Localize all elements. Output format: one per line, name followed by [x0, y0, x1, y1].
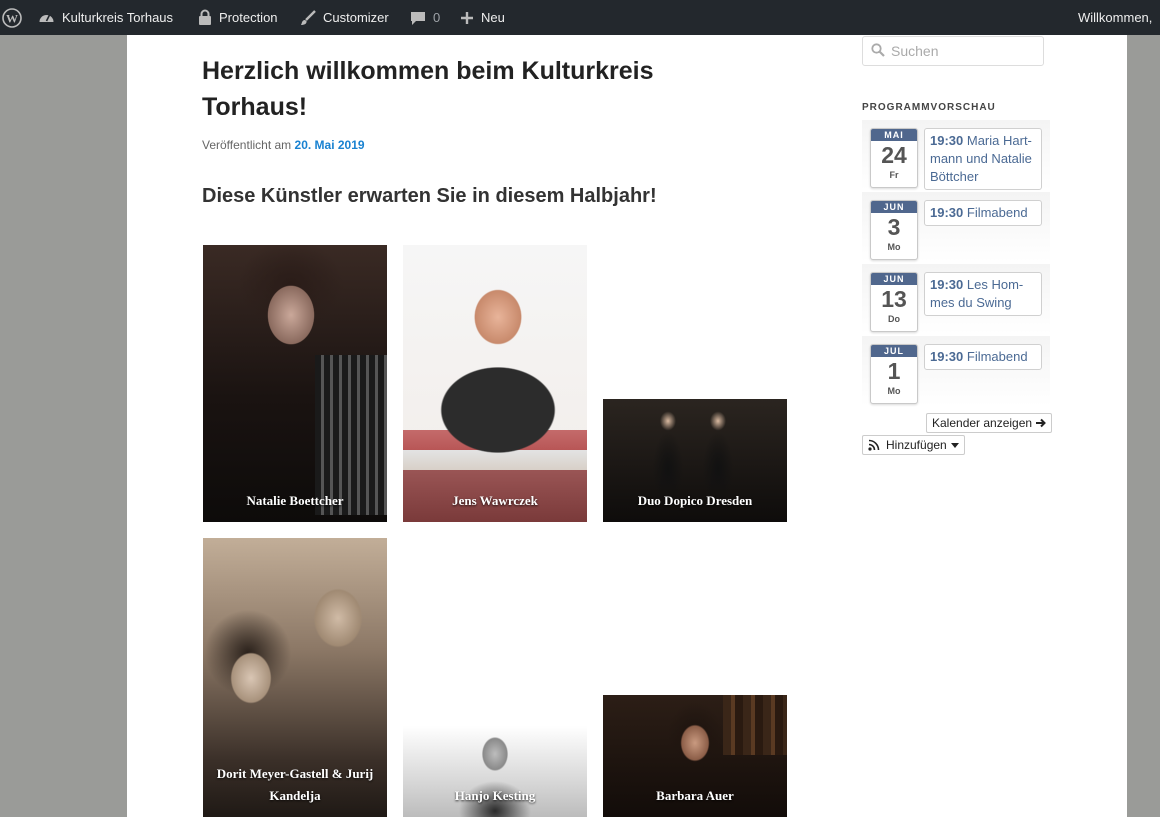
event-date: JUN 13 Do [870, 272, 918, 332]
meta-prefix: Veröffentlicht am [202, 138, 292, 152]
gallery-caption: Duo Dopico Dresden [637, 493, 753, 508]
gallery-item[interactable]: Duo Dopico Dresden [603, 399, 787, 522]
admin-bar: W Kulturkreis Torhaus Protection Customi… [0, 0, 1160, 35]
event-date: JUL 1 Mo [870, 344, 918, 404]
event-weekday: Mo [887, 386, 901, 396]
protection-label: Protection [219, 10, 278, 25]
event-month: MAI [871, 129, 917, 141]
event-weekday: Mo [887, 242, 901, 252]
event-date: JUN 3 Mo [870, 200, 918, 260]
paintbrush-icon [300, 9, 316, 26]
search-icon [871, 42, 885, 60]
post-title: Herzlich willkommen beim Kulturkreis Tor… [202, 57, 654, 121]
event-link[interactable]: 19:30 Filmabend [924, 344, 1042, 370]
new-label: Neu [481, 10, 505, 25]
gallery-item[interactable]: Barbara Auer [603, 695, 787, 817]
post-subheading: Diese Künstler erwarten Sie in diesem Ha… [202, 185, 657, 207]
event-weekday: Do [888, 314, 900, 324]
customizer-label: Customizer [323, 10, 389, 25]
add-feed-label: Hinzufügen [886, 438, 947, 452]
customizer-link[interactable]: Customizer [300, 0, 389, 35]
post-meta: Veröffentlicht am 20. Mai 2019 [202, 138, 365, 152]
account-greeting[interactable]: Willkommen, [1078, 0, 1152, 35]
post-date-link[interactable]: 20. Mai 2019 [295, 138, 365, 152]
event-date: MAI 24 Fr [870, 128, 918, 188]
event-day: 1 [887, 358, 901, 384]
site-name: Kulturkreis Torhaus [62, 10, 174, 25]
event-title: Filmabend [966, 349, 1028, 364]
event-item: JUN 13 Do 19:30 Les Hom-mes du Swing [862, 264, 1050, 334]
event-item: JUL 1 Mo 19:30 Filmabend [862, 336, 1050, 406]
wordpress-logo-icon[interactable]: W [2, 0, 22, 35]
event-time: 19:30 [930, 133, 964, 148]
dashboard-gauge-icon [38, 10, 55, 25]
gallery-item[interactable]: Natalie Boettcher [203, 245, 387, 522]
show-calendar-label: Kalender anzeigen [932, 416, 1033, 430]
gallery-caption: Dorit Meyer-Gastell & Jurij Kandelja [216, 766, 374, 803]
arrow-right-icon [1036, 418, 1046, 428]
gallery-caption: Jens Wawrczek [452, 493, 538, 508]
caret-down-icon [950, 442, 959, 448]
comments-link[interactable]: 0 [410, 0, 440, 35]
widget-title: PROGRAMMVORSCHAU [862, 102, 996, 113]
event-link[interactable]: 19:30 Filmabend [924, 200, 1042, 226]
event-weekday: Fr [889, 170, 899, 180]
lock-icon [198, 9, 212, 26]
event-day: 13 [881, 286, 907, 312]
event-month: JUL [871, 345, 917, 357]
event-day: 24 [881, 142, 907, 168]
page-content: Herzlich willkommen beim Kulturkreis Tor… [127, 35, 1127, 817]
artist-photo [403, 245, 587, 522]
admin-site-link[interactable]: Kulturkreis Torhaus [38, 0, 173, 35]
event-item: JUN 3 Mo 19:30 Filmabend [862, 192, 1050, 262]
event-time: 19:30 [930, 349, 964, 364]
comment-bubble-icon [410, 10, 426, 26]
gallery-item[interactable]: Hanjo Kesting [403, 726, 587, 817]
show-calendar-button[interactable]: Kalender anzeigen [926, 413, 1053, 433]
new-content-link[interactable]: Neu [460, 0, 505, 35]
event-month: JUN [871, 273, 917, 285]
gallery-caption: Hanjo Kesting [454, 788, 536, 803]
greeting-text: Willkommen, [1078, 10, 1153, 25]
comments-count: 0 [433, 10, 441, 25]
event-time: 19:30 [930, 277, 964, 292]
svg-text:W: W [6, 11, 18, 25]
search-box [862, 36, 1044, 66]
event-month: JUN [871, 201, 917, 213]
event-link[interactable]: 19:30 Les Hom-mes du Swing [924, 272, 1042, 316]
artist-photo [203, 245, 387, 522]
gallery-item[interactable]: Jens Wawrczek [403, 245, 587, 522]
gallery-caption: Natalie Boettcher [246, 493, 344, 508]
search-input[interactable] [885, 43, 1041, 59]
event-link[interactable]: 19:30 Maria Hart-mann und Natalie Böttch… [924, 128, 1042, 190]
rss-icon [868, 439, 880, 451]
gallery-caption: Barbara Auer [656, 788, 734, 803]
add-feed-button[interactable]: Hinzufügen [862, 435, 965, 455]
plus-icon [460, 11, 474, 25]
event-title: Filmabend [966, 205, 1028, 220]
event-time: 19:30 [930, 205, 964, 220]
event-item: MAI 24 Fr 19:30 Maria Hart-mann und Nata… [862, 120, 1050, 190]
event-day: 3 [887, 214, 901, 240]
gallery-item[interactable]: Dorit Meyer-Gastell & Jurij Kandelja [203, 538, 387, 817]
protection-link[interactable]: Protection [198, 0, 278, 35]
